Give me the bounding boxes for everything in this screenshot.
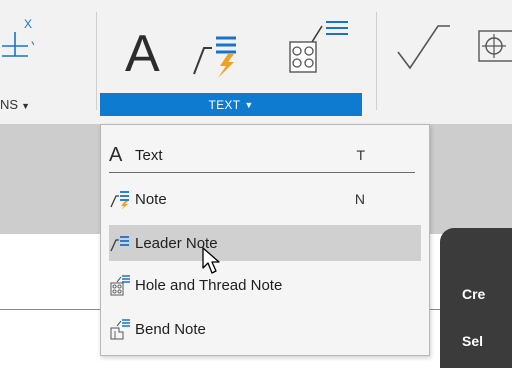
text-tool-icon[interactable]: A <box>125 28 160 80</box>
caret-down-icon: ▼ <box>244 99 254 110</box>
hole-note-tool-icon[interactable] <box>282 16 356 80</box>
menu-item-label: Note <box>135 190 167 208</box>
toolbar-separator <box>96 12 97 110</box>
dimensions-group-text: NS <box>0 97 19 112</box>
menu-item-label: Text <box>135 146 163 164</box>
prompt-panel: Cre Sel <box>440 228 512 368</box>
menu-item-note[interactable]: Note N <box>109 181 421 217</box>
bend-note-icon <box>109 318 135 340</box>
toolbar-separator <box>376 12 377 110</box>
surface-texture-icon[interactable] <box>396 22 452 74</box>
text-dropdown-menu: A Text T Note N Leader Note Hole and Thr… <box>100 124 430 356</box>
mouse-cursor-icon <box>202 247 220 274</box>
axis-y-label: Y <box>31 39 34 53</box>
menu-item-bend-note[interactable]: Bend Note <box>109 311 421 347</box>
menu-item-hole-thread-note[interactable]: Hole and Thread Note <box>109 267 421 303</box>
menu-item-label: Bend Note <box>135 320 206 338</box>
dimensions-group-label[interactable]: NS ▼ <box>0 97 30 112</box>
feature-control-frame-icon[interactable] <box>478 30 512 66</box>
menu-item-shortcut: T <box>356 147 365 163</box>
menu-item-shortcut: N <box>354 191 365 207</box>
note-tool-icon[interactable] <box>190 30 240 78</box>
axis-x-label: X <box>24 17 32 31</box>
prompt-line-2: Sel <box>462 333 484 349</box>
leader-note-icon <box>109 233 135 253</box>
menu-item-text[interactable]: A Text T <box>109 137 421 173</box>
menu-item-label: Hole and Thread Note <box>135 276 283 294</box>
menu-item-leader-note[interactable]: Leader Note <box>109 225 421 261</box>
text-group-dropdown[interactable]: TEXT ▼ <box>100 93 362 116</box>
menu-separator <box>109 172 415 173</box>
text-group-label: TEXT <box>208 97 241 112</box>
caret-down-icon: ▼ <box>21 101 30 111</box>
prompt-line-1: Cre <box>462 286 486 302</box>
text-A-icon: A <box>109 143 123 166</box>
axis-icon[interactable]: X Y <box>2 16 34 72</box>
hole-thread-note-icon <box>109 274 135 296</box>
note-icon <box>109 189 135 209</box>
